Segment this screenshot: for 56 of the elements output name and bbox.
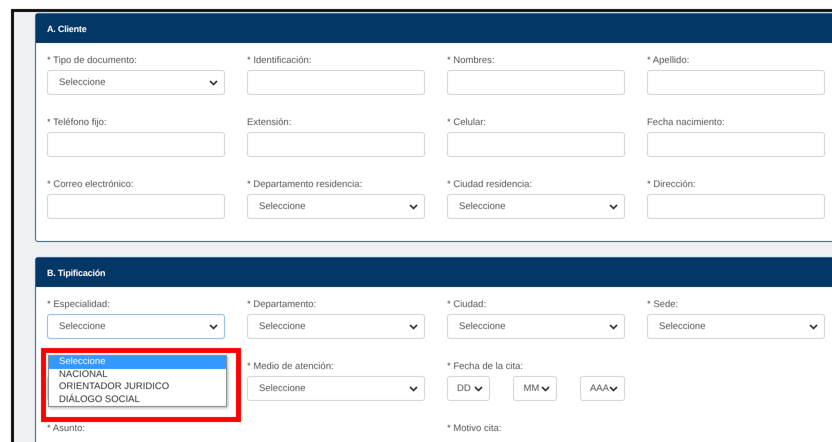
field-label: * Especialidad:: [47, 299, 111, 311]
field-label: Fecha nacimiento:: [647, 117, 726, 129]
text-field[interactable]: [647, 194, 825, 219]
field-label: * Sede:: [647, 299, 680, 311]
text-field[interactable]: [447, 70, 625, 95]
field-label: * Asunto:: [47, 423, 86, 435]
chevron-down-icon: [608, 386, 618, 392]
select-field[interactable]: Seleccione: [247, 194, 425, 219]
text-field[interactable]: [647, 70, 825, 95]
field-label: * Tipo de documento:: [47, 55, 138, 67]
section-header: A. Cliente: [36, 14, 832, 43]
select-field[interactable]: Seleccione: [247, 376, 425, 401]
chevron-down-icon: [540, 386, 550, 392]
select-field[interactable]: Seleccione: [447, 194, 625, 219]
field-label: * Correo electrónico:: [47, 179, 135, 191]
text-field[interactable]: [247, 70, 425, 95]
chevron-down-icon: [209, 324, 218, 330]
chevron-down-icon: [409, 386, 418, 392]
chevron-down-icon: [809, 324, 818, 330]
field-label: * Teléfono fijo:: [47, 117, 108, 129]
field-label: * Dirección:: [647, 179, 697, 191]
chevron-down-icon: [609, 204, 618, 210]
select-field[interactable]: Seleccione: [47, 70, 225, 95]
chevron-down-icon: [209, 80, 218, 86]
select-field[interactable]: Seleccione: [247, 314, 425, 339]
chevron-down-icon: [409, 204, 418, 210]
field-label: Extensión:: [247, 117, 292, 129]
field-label: * Apellido:: [647, 55, 690, 67]
select-field[interactable]: AAA: [580, 376, 625, 401]
dropdown-option[interactable]: DIÁLOGO SOCIAL: [49, 394, 226, 406]
field-label: * Ciudad residencia:: [447, 179, 534, 191]
field-label: * Departamento residencia:: [247, 179, 364, 191]
select-field[interactable]: MM: [513, 376, 557, 401]
field-label: * Identificación:: [247, 55, 312, 67]
field-label: * Nombres:: [447, 55, 496, 67]
field-label: * Medio de atención:: [247, 361, 335, 373]
dropdown-option[interactable]: ORIENTADOR JURIDICO: [49, 381, 226, 394]
chevron-down-icon: [609, 324, 618, 330]
chevron-down-icon: [474, 386, 484, 392]
text-field[interactable]: [647, 132, 825, 157]
chevron-down-icon: [409, 324, 418, 330]
field-label: * Departamento:: [247, 299, 318, 311]
section-header: B. Tipificación: [36, 258, 832, 287]
field-label: * Ciudad:: [447, 299, 488, 311]
select-field[interactable]: DD: [447, 376, 490, 401]
field-label: * Fecha de la cita:: [447, 361, 524, 373]
text-field[interactable]: [247, 132, 425, 157]
select-field[interactable]: Seleccione: [647, 314, 825, 339]
text-field[interactable]: [47, 132, 225, 157]
dropdown-option[interactable]: NACIONAL: [49, 368, 226, 381]
text-field[interactable]: [47, 194, 225, 219]
field-label: * Motivo cita:: [447, 423, 502, 435]
select-field[interactable]: Seleccione: [447, 314, 625, 339]
text-field[interactable]: [447, 132, 625, 157]
field-label: * Celular:: [447, 117, 488, 129]
select-field[interactable]: Seleccione: [47, 314, 225, 339]
